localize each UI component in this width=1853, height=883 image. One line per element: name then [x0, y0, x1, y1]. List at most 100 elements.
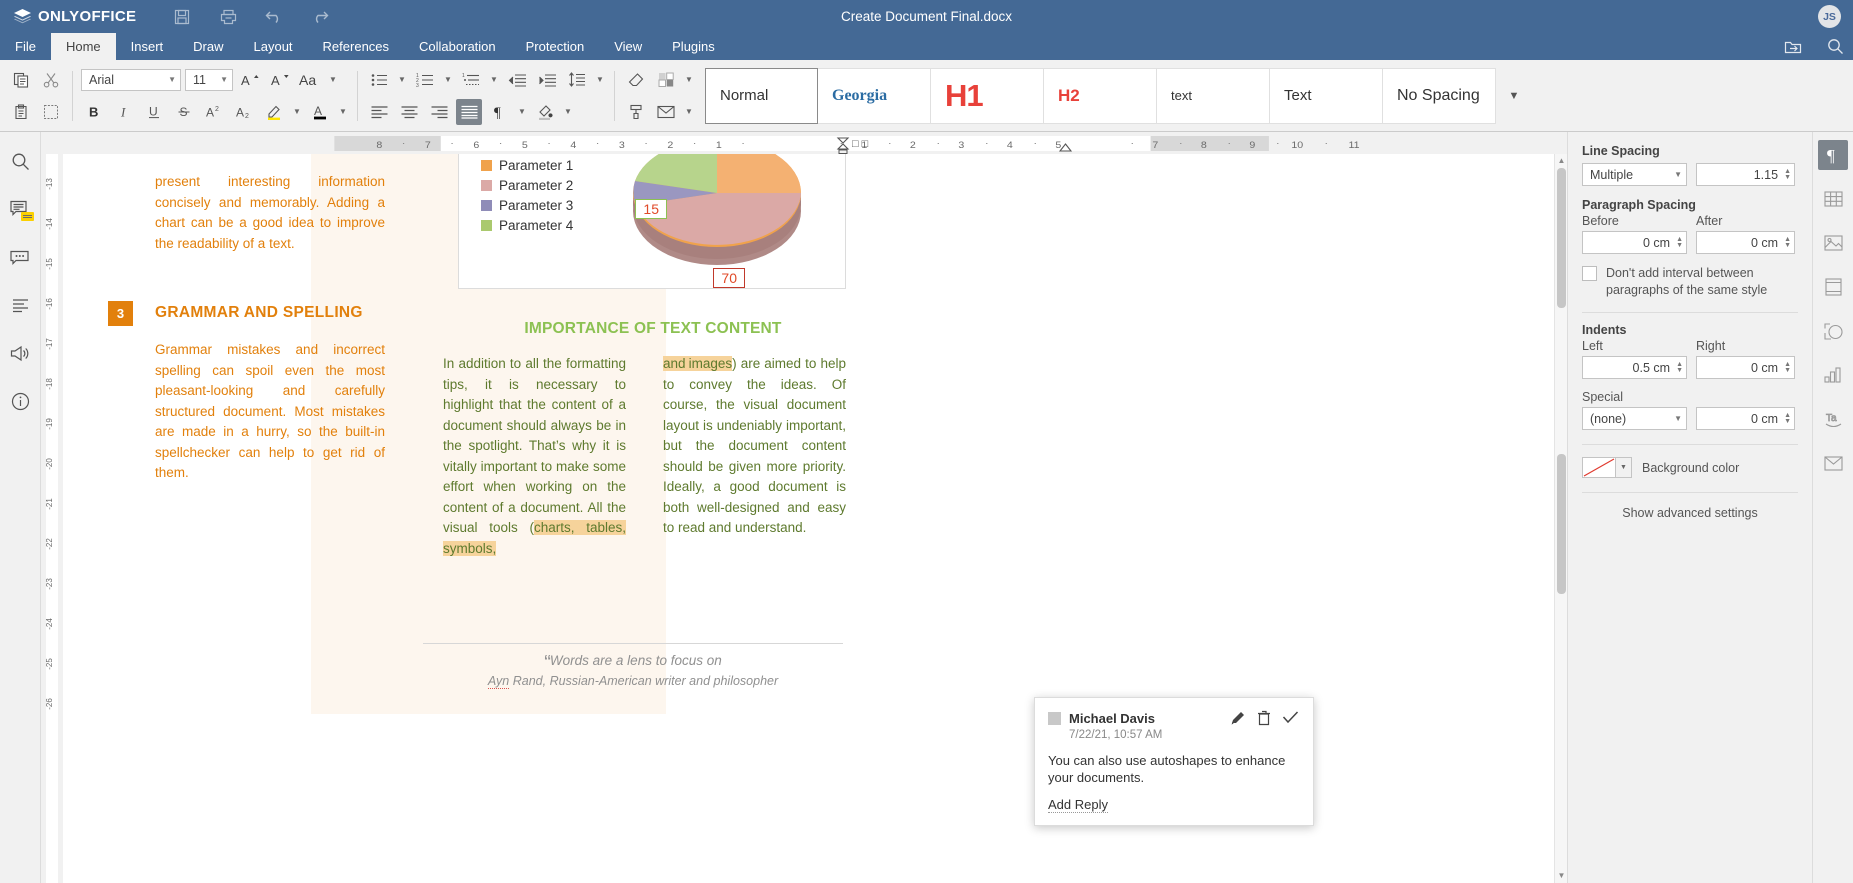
horizontal-ruler[interactable]: 876 543 21 123 45 789 1011	[41, 132, 1567, 154]
stepper-arrows-icon[interactable]: ▲▼	[1784, 237, 1791, 249]
sidebar-item-chat[interactable]	[5, 242, 35, 272]
redo-icon[interactable]	[310, 7, 330, 27]
special-indent-by-stepper[interactable]: 0 cm ▲▼	[1696, 407, 1795, 430]
background-color-picker[interactable]: ▼	[1582, 457, 1632, 478]
chart-data-label-15[interactable]: 15	[635, 199, 667, 219]
chevron-down-icon[interactable]: ▼	[594, 67, 606, 93]
font-color-icon[interactable]: A	[307, 99, 333, 125]
copy-icon[interactable]	[8, 67, 34, 93]
menu-item-view[interactable]: View	[599, 33, 657, 60]
comment-add-reply-link[interactable]: Add Reply	[1048, 797, 1108, 813]
change-case-icon[interactable]: Aa	[297, 67, 323, 93]
sidebar-item-mail-merge-settings[interactable]	[1818, 448, 1848, 478]
subscript-icon[interactable]: A2	[231, 99, 257, 125]
align-justify-icon[interactable]	[456, 99, 482, 125]
comment-popup[interactable]: Michael Davis	[1034, 697, 1314, 826]
ruler-right-indent-marker[interactable]	[1059, 143, 1072, 152]
font-size-combo[interactable]: 11 ▼	[185, 69, 233, 91]
chevron-down-icon[interactable]: ▼	[442, 67, 454, 93]
indent-left-stepper[interactable]: 0.5 cm ▲▼	[1582, 356, 1687, 379]
scroll-down-arrow-icon[interactable]: ▼	[1557, 871, 1567, 881]
special-indent-select[interactable]: (none) ▼	[1582, 407, 1687, 430]
increase-indent-icon[interactable]	[534, 67, 560, 93]
menu-item-plugins[interactable]: Plugins	[657, 33, 730, 60]
stepper-arrows-icon[interactable]: ▲▼	[1784, 413, 1791, 425]
format-painter-icon[interactable]	[38, 99, 64, 125]
style-normal[interactable]: Normal	[705, 68, 818, 124]
chevron-down-icon[interactable]: ▼	[488, 67, 500, 93]
menu-item-references[interactable]: References	[308, 33, 404, 60]
style-no-spacing[interactable]: No Spacing	[1383, 68, 1496, 124]
chevron-down-icon[interactable]: ▼	[327, 67, 339, 93]
line-spacing-rule-select[interactable]: Multiple ▼	[1582, 163, 1687, 186]
sidebar-item-about[interactable]	[5, 386, 35, 416]
sidebar-item-feedback[interactable]	[5, 338, 35, 368]
clear-style-icon[interactable]	[623, 67, 649, 93]
multilevel-list-icon[interactable]: 1	[458, 67, 484, 93]
style-h1[interactable]: H1	[931, 68, 1044, 124]
sidebar-item-paragraph-settings[interactable]: ¶	[1818, 140, 1848, 170]
stepper-arrows-icon[interactable]: ▲▼	[1784, 362, 1791, 374]
sidebar-item-header-footer-settings[interactable]	[1818, 272, 1848, 302]
menu-item-file[interactable]: File	[0, 33, 51, 60]
menu-item-home[interactable]: Home	[51, 33, 116, 60]
style-text-lower[interactable]: text	[1157, 68, 1270, 124]
sidebar-item-table-settings[interactable]	[1818, 184, 1848, 214]
nonprinting-characters-icon[interactable]: ¶	[486, 99, 512, 125]
stepper-arrows-icon[interactable]: ▲▼	[1784, 169, 1791, 181]
chevron-down-icon[interactable]: ▼	[516, 99, 528, 125]
chart-data-label-70[interactable]: 70	[713, 268, 745, 288]
vertical-ruler[interactable]: -13 -14 -15 -16 -17 -18 -19 -20 -21 -22 …	[41, 154, 63, 883]
green-heading[interactable]: IMPORTANCE OF TEXT CONTENT	[463, 320, 843, 338]
italic-icon[interactable]: I	[111, 99, 137, 125]
cut-icon[interactable]	[38, 67, 64, 93]
numbering-icon[interactable]: 123	[412, 67, 438, 93]
pie-chart-object[interactable]: Parameter 1 Parameter 2 Parameter 3	[458, 154, 846, 289]
menu-item-collaboration[interactable]: Collaboration	[404, 33, 511, 60]
document-canvas[interactable]: present interesting information concisel…	[63, 154, 1554, 883]
stepper-arrows-icon[interactable]: ▲▼	[1676, 237, 1683, 249]
menu-item-draw[interactable]: Draw	[178, 33, 238, 60]
decrease-font-size-icon[interactable]: A	[267, 67, 293, 93]
line-spacing-icon[interactable]	[564, 67, 590, 93]
sidebar-item-text-art-settings[interactable]: Ta	[1818, 404, 1848, 434]
sidebar-item-shape-settings[interactable]	[1818, 316, 1848, 346]
sidebar-item-comments[interactable]	[5, 194, 35, 224]
increase-font-size-icon[interactable]: A	[237, 67, 263, 93]
style-gallery-expand-button[interactable]: ▼	[1496, 68, 1532, 124]
orange-paragraph-2[interactable]: Grammar mistakes and incorrect spelling …	[155, 340, 385, 484]
chevron-down-icon[interactable]: ▼	[396, 67, 408, 93]
search-icon[interactable]	[1825, 37, 1845, 57]
undo-icon[interactable]	[264, 7, 284, 27]
columns-icon[interactable]	[653, 67, 679, 93]
strikethrough-icon[interactable]: S	[171, 99, 197, 125]
print-icon[interactable]	[218, 7, 238, 27]
chevron-down-icon[interactable]: ▼	[683, 99, 695, 125]
underline-icon[interactable]: U	[141, 99, 167, 125]
green-column-2[interactable]: and images) are aimed to help to convey …	[663, 354, 846, 539]
chevron-down-icon[interactable]: ▼	[337, 99, 349, 125]
sidebar-item-search[interactable]	[5, 146, 35, 176]
bullets-icon[interactable]	[366, 67, 392, 93]
ruler-left-indent-marker[interactable]	[836, 137, 850, 154]
chevron-down-icon[interactable]: ▼	[683, 67, 695, 93]
sidebar-item-chart-settings[interactable]	[1818, 360, 1848, 390]
menu-item-protection[interactable]: Protection	[511, 33, 600, 60]
stepper-arrows-icon[interactable]: ▲▼	[1676, 362, 1683, 374]
scroll-up-arrow-icon[interactable]: ▲	[1557, 156, 1567, 166]
resolve-icon[interactable]	[1282, 710, 1299, 726]
mail-merge-icon[interactable]	[653, 99, 679, 125]
show-advanced-settings-link[interactable]: Show advanced settings	[1582, 506, 1798, 520]
spacing-after-stepper[interactable]: 0 cm ▲▼	[1696, 231, 1795, 254]
chevron-down-icon[interactable]: ▼	[1616, 457, 1632, 478]
delete-icon[interactable]	[1257, 710, 1271, 726]
highlight-color-icon[interactable]	[261, 99, 287, 125]
decrease-indent-icon[interactable]	[504, 67, 530, 93]
align-right-icon[interactable]	[426, 99, 452, 125]
section-heading[interactable]: GRAMMAR AND SPELLING	[155, 304, 363, 322]
green-column-1[interactable]: In addition to all the formatting tips, …	[443, 354, 626, 559]
style-text-upper[interactable]: Text	[1270, 68, 1383, 124]
superscript-icon[interactable]: A2	[201, 99, 227, 125]
chevron-down-icon[interactable]: ▼	[291, 99, 303, 125]
paste-icon[interactable]	[8, 99, 34, 125]
